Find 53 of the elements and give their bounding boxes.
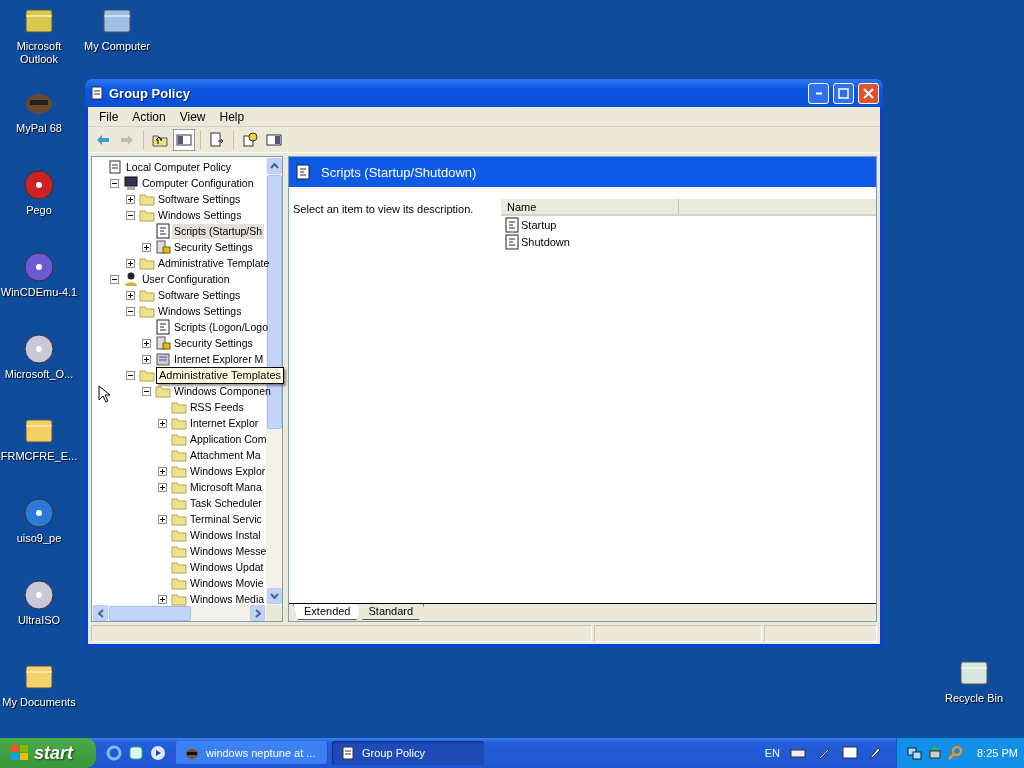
desktop-icon-label[interactable]: My Computer <box>84 40 150 53</box>
view-tab[interactable]: Extended <box>293 604 362 620</box>
tree-item[interactable]: Task Scheduler <box>188 495 264 511</box>
desktop-icon-label[interactable]: uiso9_pe <box>16 532 62 545</box>
tree-item[interactable]: Windows Movie <box>188 575 266 591</box>
tree-item[interactable]: Windows Messe <box>188 543 269 559</box>
tree-item[interactable]: Local Computer Policy <box>124 159 234 175</box>
tree-item[interactable]: Windows Instal <box>188 527 263 543</box>
tree-item[interactable]: Security Settings <box>172 239 255 255</box>
desktop-icon-label[interactable]: UltraISO <box>17 614 61 627</box>
tree-item[interactable]: Windows Settings <box>156 207 244 223</box>
desktop-icon-label[interactable]: FRMCFRE_E... <box>0 450 78 463</box>
tree-item[interactable]: Administrative Template <box>156 255 272 271</box>
tree-item[interactable]: Windows Componen <box>172 383 273 399</box>
list-item[interactable]: Startup <box>521 218 557 231</box>
description-text: Select an item to view its description. <box>292 202 475 217</box>
language-indicator[interactable]: EN <box>764 747 780 759</box>
tree-item[interactable]: Internet Explorer M <box>172 351 266 367</box>
tree-item[interactable]: Windows Media <box>188 591 267 607</box>
tree-item[interactable]: Windows Explor <box>188 463 268 479</box>
desktop-icon-label[interactable]: MyPal 68 <box>16 122 62 135</box>
taskbar-button[interactable]: Group Policy <box>332 741 484 765</box>
tree-item[interactable]: Application Com <box>188 431 269 447</box>
detail-title: Scripts (Startup/Shutdown) <box>321 164 477 180</box>
tree-item[interactable]: Microsoft Mana <box>188 479 264 495</box>
tree-item[interactable]: Scripts (Startup/Sh <box>172 223 265 239</box>
taskbar-button[interactable]: windows neptune at ... <box>176 741 328 765</box>
desktop-icon-label[interactable]: Recycle Bin <box>944 692 1004 705</box>
menu-item[interactable]: Help <box>212 109 252 124</box>
tree-item[interactable]: RSS Feeds <box>188 399 246 415</box>
tree-item[interactable]: Software Settings <box>156 287 243 303</box>
tree-item[interactable]: Computer Configuration <box>140 175 256 191</box>
tree-item[interactable]: Attachment Ma <box>188 447 263 463</box>
menu-item[interactable]: View <box>172 109 213 124</box>
menu-item[interactable]: Action <box>125 109 173 124</box>
desktop-icon-label[interactable]: WinCDEmu-4.1 <box>0 286 78 299</box>
tree-item[interactable]: Windows Settings <box>156 303 244 319</box>
desktop-icon-label[interactable]: Microsoft_O... <box>4 368 74 381</box>
tree-item[interactable]: Internet Explor <box>188 415 261 431</box>
tree-item[interactable]: Windows Updat <box>188 559 266 575</box>
window-title: Group Policy <box>109 85 191 101</box>
tree-item-tooltip[interactable]: Administrative Templates <box>156 366 285 384</box>
list-item[interactable]: Shutdown <box>521 235 570 248</box>
tree-item[interactable]: User Configuration <box>140 271 232 287</box>
tree-item[interactable]: Scripts (Logon/Logo <box>172 319 270 335</box>
view-tab[interactable]: Standard <box>357 604 425 620</box>
desktop-icon-label[interactable]: My Documents <box>2 696 76 709</box>
desktop-icon-label[interactable]: Pego <box>26 204 52 217</box>
tree-item[interactable]: Terminal Servic <box>188 511 264 527</box>
tree-item[interactable]: Software Settings <box>156 191 243 207</box>
tree-item[interactable]: Security Settings <box>172 335 255 351</box>
menu-item[interactable]: File <box>92 109 126 124</box>
desktop-icon-label[interactable]: Microsoft Outlook <box>0 40 78 66</box>
